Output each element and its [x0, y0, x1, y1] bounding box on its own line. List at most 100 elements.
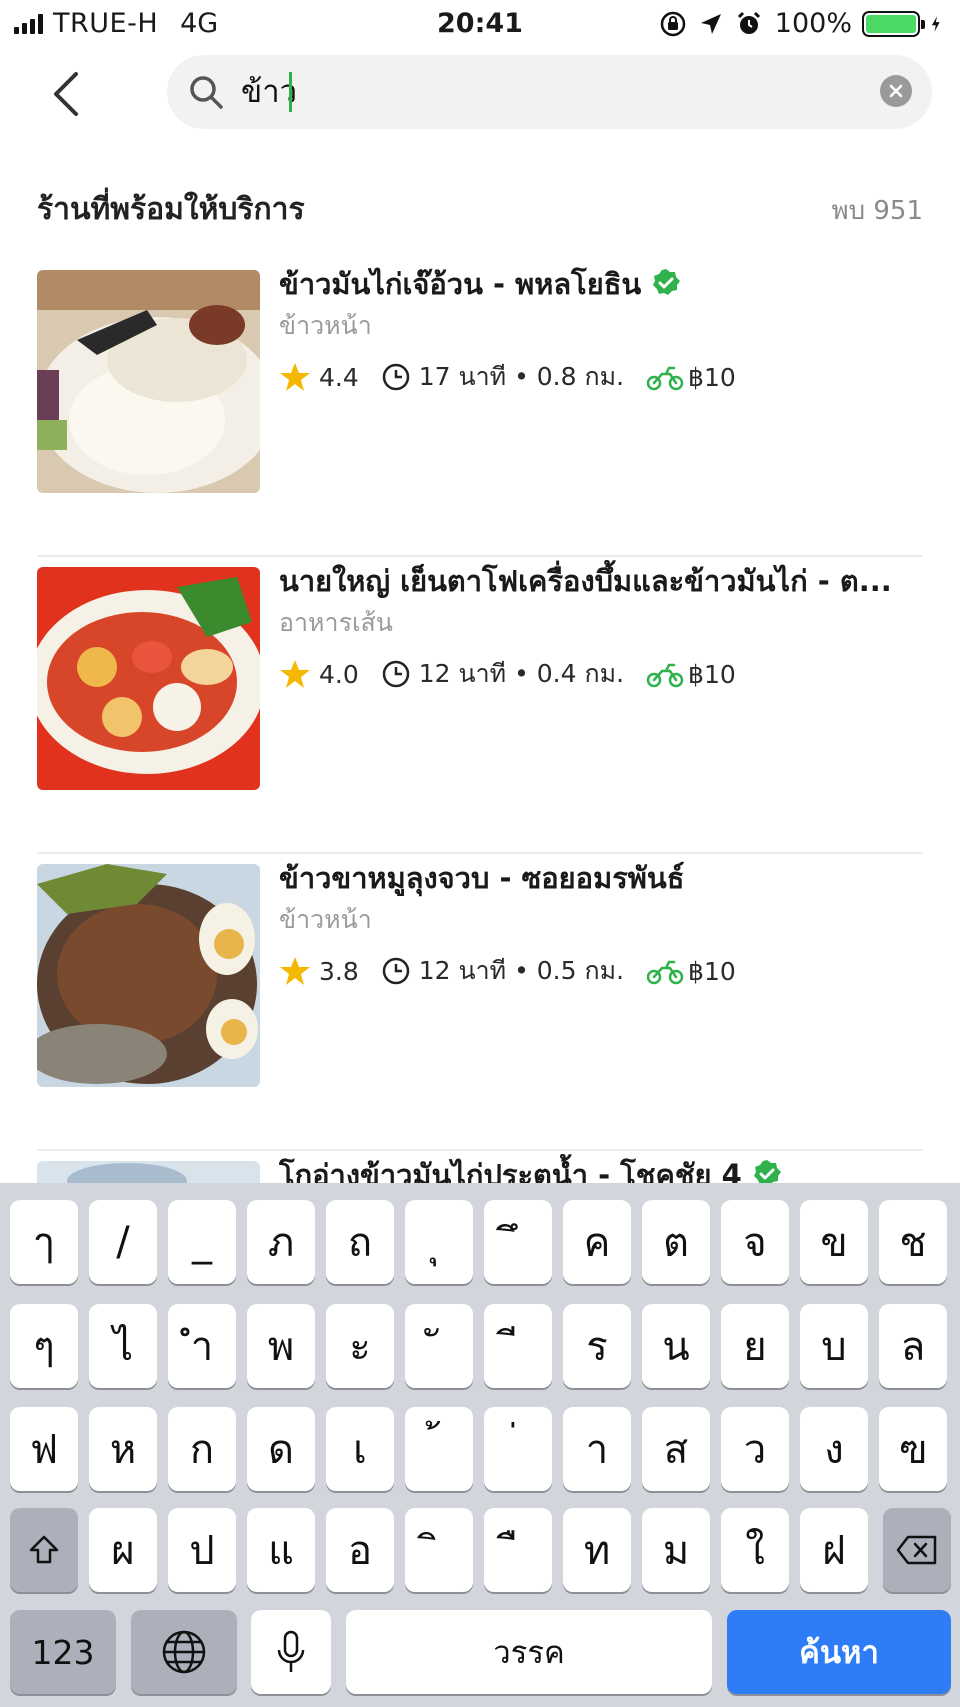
restaurant-meta: 4.4 17 นาที • 0.8 กม. ฿10	[279, 356, 736, 398]
key-12[interactable]: ช	[879, 1200, 947, 1284]
keyboard-row-4: ผปแอิืทมใฝ	[0, 1508, 960, 1592]
restaurant-name-text: ข้าวมันไก่เจ๊อ้วน - พหลโยธิน	[279, 267, 642, 301]
shift-key[interactable]	[10, 1508, 78, 1592]
motorbike-icon	[646, 366, 684, 391]
numbers-key[interactable]: 123	[10, 1610, 116, 1694]
key-6[interactable]: ั	[405, 1304, 473, 1388]
key-9[interactable]: น	[642, 1304, 710, 1388]
key-1[interactable]: ผ	[89, 1508, 157, 1592]
key-8[interactable]: ร	[563, 1304, 631, 1388]
key-5[interactable]: ถ	[326, 1200, 394, 1284]
motorbike-icon	[646, 960, 684, 985]
key-1[interactable]: ๆ	[10, 1304, 78, 1388]
eta-distance: 12 นาที • 0.5 กม.	[418, 956, 625, 985]
delivery-fee: ฿10	[688, 362, 736, 392]
key-2[interactable]: ป	[168, 1508, 236, 1592]
key-12[interactable]: ฃ	[879, 1407, 947, 1491]
clear-icon	[889, 84, 903, 98]
star-icon	[280, 957, 310, 985]
restaurant-item[interactable]: ข้าวขาหมูลุงจวบ - ซอยอมรพันธ์ ข้าวหน้า 3…	[0, 854, 960, 1151]
status-bar: TRUE-H 4G 20:41 100%	[0, 0, 960, 48]
key-8[interactable]: ม	[642, 1508, 710, 1592]
alarm-icon	[737, 11, 760, 34]
key-7[interactable]: ี	[484, 1304, 552, 1388]
restaurant-category: อาหารเส้น	[279, 608, 393, 637]
globe-key[interactable]	[131, 1610, 237, 1694]
key-4[interactable]: ภ	[247, 1200, 315, 1284]
key-4[interactable]: ด	[247, 1407, 315, 1491]
restaurant-item[interactable]: ข้าวมันไก่เจ๊อ้วน - พหลโยธิน ข้าวหน้า 4.…	[0, 260, 960, 557]
star-icon	[280, 363, 310, 391]
restaurant-item[interactable]: นายใหญ่ เย็นตาโฟเครื่องบึ้มและข้าวมันไก่…	[0, 557, 960, 854]
result-count: พบ 951	[831, 196, 923, 226]
charging-bolt-icon	[931, 15, 940, 32]
clock-icon	[382, 660, 410, 688]
keyboard-row-2: ๆไำพะัีรนยบล	[0, 1304, 960, 1388]
search-key[interactable]: ค้นหา	[727, 1610, 951, 1694]
shift-icon	[29, 1535, 59, 1564]
key-2[interactable]: ไ	[89, 1304, 157, 1388]
key-2[interactable]: /	[89, 1200, 157, 1284]
location-arrow-icon	[700, 13, 721, 34]
noodle-soup-image	[37, 567, 260, 790]
key-6[interactable]: ้	[405, 1407, 473, 1491]
key-11[interactable]: บ	[800, 1304, 868, 1388]
key-5[interactable]: ิ	[405, 1508, 473, 1592]
clock-icon	[382, 363, 410, 391]
restaurant-meta: 3.8 12 นาที • 0.5 กม. ฿10	[279, 950, 736, 992]
backspace-key[interactable]	[883, 1508, 951, 1592]
key-7[interactable]: ท	[563, 1508, 631, 1592]
search-icon	[190, 76, 223, 109]
restaurant-name[interactable]: นายใหญ่ เย็นตาโฟเครื่องบึ้มและข้าวมันไก่…	[279, 557, 919, 605]
restaurant-photo	[37, 567, 260, 790]
key-1[interactable]: ฟ	[10, 1407, 78, 1491]
key-10[interactable]: ว	[721, 1407, 789, 1491]
key-11[interactable]: ง	[800, 1407, 868, 1491]
clock-icon	[382, 957, 410, 985]
key-3[interactable]: ก	[168, 1407, 236, 1491]
restaurant-name[interactable]: ข้าวมันไก่เจ๊อ้วน - พหลโยธิน	[279, 260, 919, 308]
chicken-rice-image	[37, 270, 260, 493]
back-button[interactable]	[40, 66, 90, 122]
rating-value: 4.4	[319, 362, 359, 392]
restaurant-photo	[37, 864, 260, 1087]
key-9[interactable]: ส	[642, 1407, 710, 1491]
key-10[interactable]: ย	[721, 1304, 789, 1388]
space-key[interactable]: วรรค	[346, 1610, 712, 1694]
restaurant-meta: 4.0 12 นาที • 0.4 กม. ฿10	[279, 653, 736, 695]
key-8[interactable]: า	[563, 1407, 631, 1491]
key-3[interactable]: _	[168, 1200, 236, 1284]
key-7[interactable]: ึ	[484, 1200, 552, 1284]
key-6[interactable]: ื	[484, 1508, 552, 1592]
key-2[interactable]: ห	[89, 1407, 157, 1491]
key-4[interactable]: พ	[247, 1304, 315, 1388]
rotation-lock-icon	[660, 11, 686, 36]
key-3[interactable]: แ	[247, 1508, 315, 1592]
key-5[interactable]: เ	[326, 1407, 394, 1491]
key-8[interactable]: ค	[563, 1200, 631, 1284]
key-10[interactable]: จ	[721, 1200, 789, 1284]
clear-search-button[interactable]	[880, 75, 912, 107]
delivery-fee: ฿10	[688, 659, 736, 689]
restaurant-name-text: ข้าวขาหมูลุงจวบ - ซอยอมรพันธ์	[279, 861, 685, 895]
key-4[interactable]: อ	[326, 1508, 394, 1592]
key-6[interactable]: ุ	[405, 1200, 473, 1284]
restaurant-name[interactable]: ข้าวขาหมูลุงจวบ - ซอยอมรพันธ์	[279, 854, 919, 902]
eta-distance: 12 นาที • 0.4 กม.	[418, 659, 625, 688]
microphone-key[interactable]	[251, 1610, 331, 1694]
key-7[interactable]: ่	[484, 1407, 552, 1491]
backspace-icon	[896, 1535, 937, 1565]
key-9[interactable]: ต	[642, 1200, 710, 1284]
key-5[interactable]: ะ	[326, 1304, 394, 1388]
key-11[interactable]: ข	[800, 1200, 868, 1284]
key-3[interactable]: ำ	[168, 1304, 236, 1388]
battery-icon	[862, 10, 925, 37]
key-10[interactable]: ฝ	[800, 1508, 868, 1592]
search-bar[interactable]: ข้าว	[167, 55, 932, 129]
key-9[interactable]: ใ	[721, 1508, 789, 1592]
globe-icon	[162, 1630, 206, 1674]
key-12[interactable]: ล	[879, 1304, 947, 1388]
keyboard-row-1: ๅ/_ภถุึคตจขช	[0, 1200, 960, 1284]
key-1[interactable]: ๅ	[10, 1200, 78, 1284]
thai-keyboard: ๅ/_ภถุึคตจขช ๆไำพะัีรนยบล ฟหกดเ้่าสวงฃ ผ…	[0, 1183, 960, 1707]
